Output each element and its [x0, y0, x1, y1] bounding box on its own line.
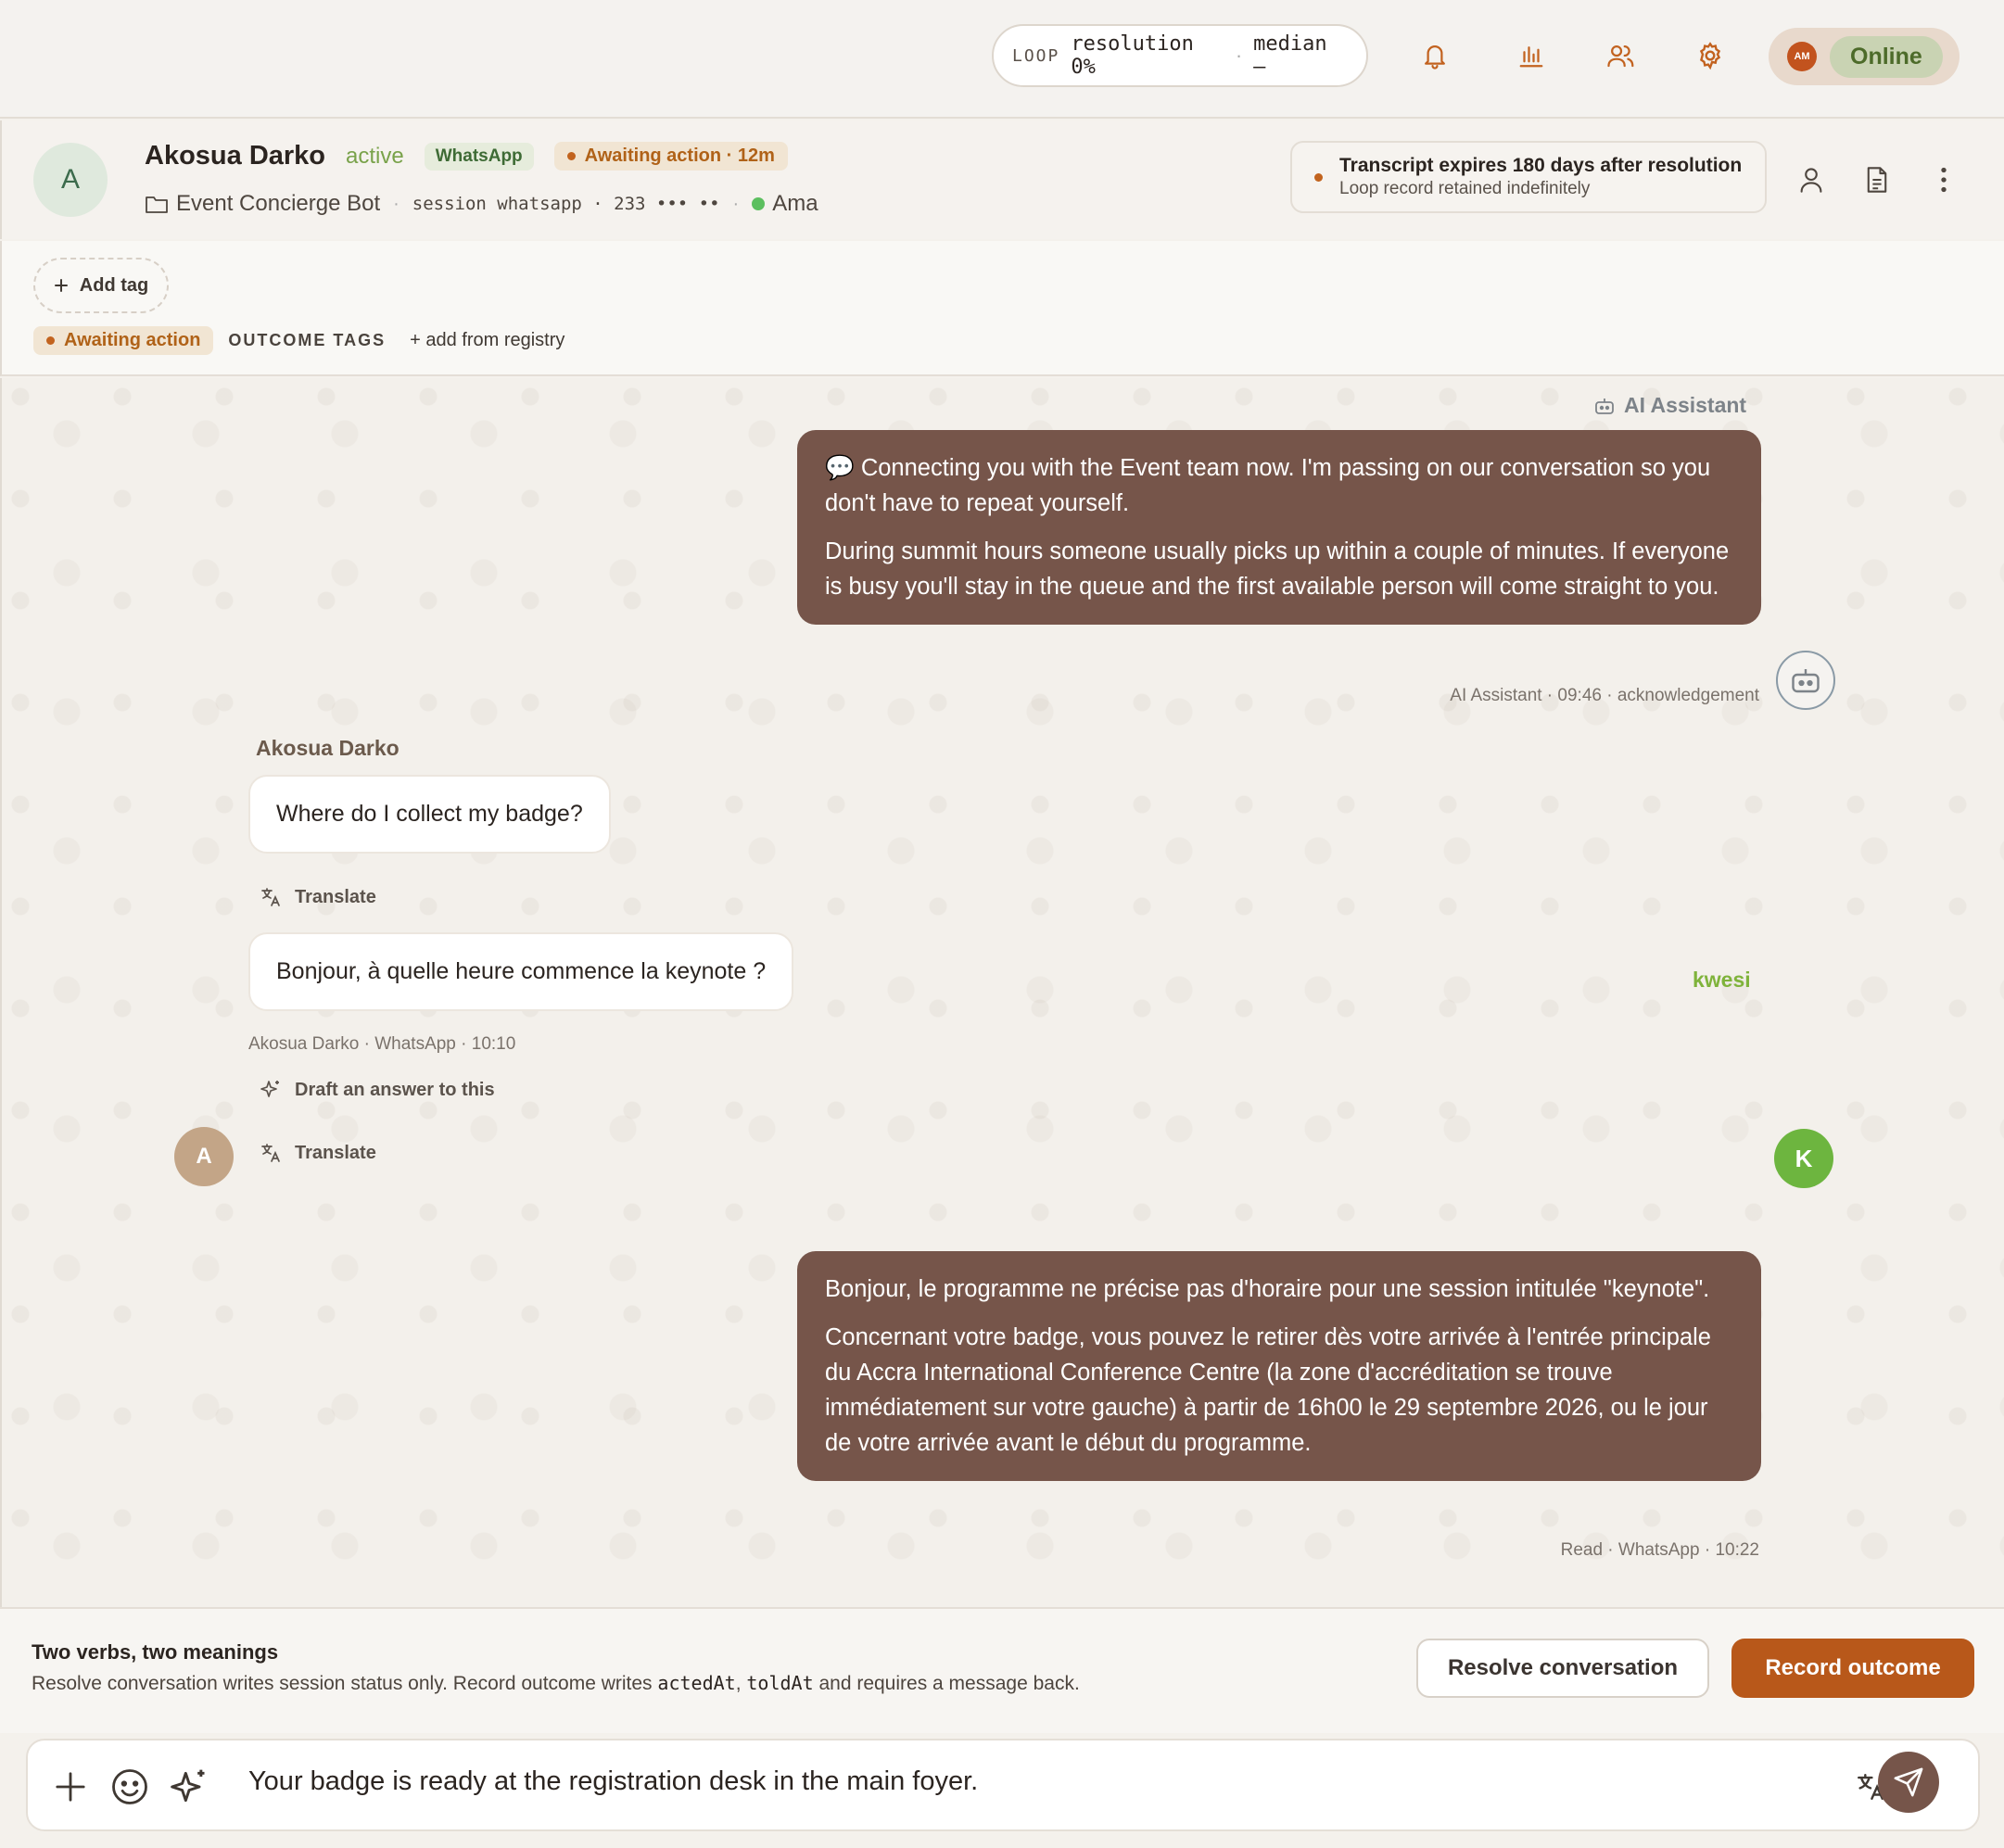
assigned-agent: Ama [752, 191, 818, 217]
translate-label: Translate [295, 886, 376, 907]
message-thread[interactable]: AI Assistant 💬 Connecting you with the E… [0, 378, 2004, 1607]
translate-label: Translate [295, 1142, 376, 1163]
translate-icon [260, 886, 282, 908]
emoji-icon[interactable] [108, 1765, 152, 1809]
session-text: session whatsapp · 233 ••• •• [412, 194, 720, 214]
resolution-bar: Two verbs, two meanings Resolve conversa… [0, 1607, 2004, 1733]
loop-separator: · [1235, 44, 1243, 67]
agent-avatar: K [1774, 1129, 1833, 1188]
retention-notice: Transcript expires 180 days after resolu… [1290, 141, 1767, 213]
user-icon[interactable] [1793, 161, 1830, 198]
translate-button[interactable]: Translate [260, 886, 376, 908]
document-icon[interactable] [1858, 161, 1896, 198]
agent-sender-name: kwesi [1693, 968, 1751, 992]
ai-message-paragraph-2: During summit hours someone usually pick… [825, 538, 1730, 600]
agent-message-paragraph-2: Concernant votre badge, vous pouvez le r… [825, 1324, 1711, 1456]
robot-icon [1790, 666, 1821, 694]
customer-sender-name: Akosua Darko [256, 736, 400, 760]
customer-message-bubble: Bonjour, à quelle heure commence la keyn… [248, 932, 794, 1011]
awaiting-tag-label: Awaiting action [64, 330, 201, 350]
add-tag-button[interactable]: Add tag [33, 258, 169, 313]
resolve-conversation-button[interactable]: Resolve conversation [1416, 1639, 1709, 1698]
users-icon[interactable] [1601, 35, 1642, 76]
status-dot [566, 152, 576, 160]
loop-resolution: resolution 0% [1071, 32, 1194, 79]
draft-label: Draft an answer to this [295, 1079, 495, 1100]
meta-separator: · [732, 193, 740, 214]
contact-avatar: A [33, 143, 108, 217]
add-tag-label: Add tag [79, 274, 149, 296]
channel-badge: WhatsApp [424, 142, 534, 171]
expiry-subtitle: Loop record retained indefinitely [1339, 179, 1591, 198]
agent-message-paragraph-1: Bonjour, le programme ne précise pas d'h… [825, 1276, 1710, 1302]
presence-toggle[interactable]: AM Online [1769, 28, 1960, 85]
draft-answer-button[interactable]: Draft an answer to this [260, 1079, 495, 1101]
sparkle-icon[interactable] [167, 1765, 211, 1809]
contact-name: Akosua Darko [145, 141, 326, 171]
expiry-title: Transcript expires 180 days after resolu… [1339, 155, 1743, 176]
field-told-at: toldAt [746, 1672, 814, 1694]
field-acted-at: actedAt [657, 1672, 736, 1694]
outcome-tags-label: OUTCOME TAGS [228, 331, 387, 349]
bar-chart-icon[interactable] [1511, 35, 1552, 76]
customer-message-meta: Akosua Darko · WhatsApp · 10:10 [248, 1034, 516, 1054]
translate-icon [260, 1142, 282, 1164]
plus-icon[interactable] [48, 1765, 93, 1809]
awaiting-label: Awaiting action · 12m [584, 146, 775, 166]
agent-name: Ama [772, 191, 818, 216]
sparkle-icon [260, 1079, 282, 1101]
meta-separator: · [393, 193, 400, 214]
agent-message-bubble: Bonjour, le programme ne précise pas d'h… [797, 1251, 1761, 1481]
tag-list: Awaiting action OUTCOME TAGS + add from … [33, 326, 564, 355]
ai-sender-label: AI Assistant [1594, 393, 1746, 418]
resolution-description: Resolve conversation writes session stat… [32, 1672, 1080, 1695]
contact-title-row: Akosua Darko active WhatsApp Awaiting ac… [145, 141, 788, 171]
desc-suffix: and requires a message back. [813, 1673, 1080, 1694]
loop-median: median — [1253, 32, 1327, 79]
agent-message-meta: Read · WhatsApp · 10:22 [1560, 1540, 1759, 1560]
send-icon [1893, 1766, 1924, 1798]
awaiting-tag[interactable]: Awaiting action [33, 326, 214, 355]
ai-message-meta: AI Assistant · 09:46 · acknowledgement [1450, 686, 1759, 705]
ai-message-paragraph-1: 💬 Connecting you with the Event team now… [825, 455, 1711, 516]
gear-icon[interactable] [1690, 35, 1731, 76]
status-dot [1314, 172, 1323, 182]
top-bar: LOOP resolution 0% · median — AM Online [0, 0, 2004, 119]
bot-name: Event Concierge Bot [176, 191, 381, 216]
tag-bar: Add tag Awaiting action OUTCOME TAGS + a… [0, 241, 2004, 376]
bot-link[interactable]: Event Concierge Bot [145, 191, 380, 217]
message-composer: Your badge is ready at the registration … [26, 1739, 1980, 1831]
message-input[interactable]: Your badge is ready at the registration … [248, 1766, 978, 1797]
customer-message-bubble: Where do I collect my badge? [248, 775, 611, 854]
loop-metrics-pill[interactable]: LOOP resolution 0% · median — [992, 24, 1368, 87]
translate-button[interactable]: Translate [260, 1142, 376, 1164]
ai-message-bubble: 💬 Connecting you with the Event team now… [797, 430, 1761, 625]
avatar: AM [1787, 42, 1817, 71]
desc-comma: , [735, 1673, 747, 1694]
folder-icon [145, 194, 169, 214]
conversation-header: A Akosua Darko active WhatsApp Awaiting … [0, 120, 2004, 239]
robot-icon [1594, 397, 1615, 415]
record-outcome-button[interactable]: Record outcome [1731, 1639, 1974, 1698]
awaiting-badge: Awaiting action · 12m [553, 142, 788, 171]
bell-icon[interactable] [1414, 35, 1455, 76]
customer-avatar: A [174, 1127, 234, 1186]
ai-sender-name: AI Assistant [1624, 393, 1747, 417]
more-vertical-icon[interactable] [1925, 161, 1962, 198]
contact-meta-row: Event Concierge Bot · session whatsapp ·… [145, 191, 818, 217]
presence-status[interactable]: Online [1830, 35, 1943, 78]
status-dot [46, 336, 55, 345]
online-dot [752, 197, 766, 210]
plus-icon [54, 278, 69, 293]
send-button[interactable] [1878, 1752, 1939, 1813]
desc-prefix: Resolve conversation writes session stat… [32, 1673, 658, 1694]
loop-tag: LOOP [1012, 45, 1060, 66]
add-from-registry-link[interactable]: + add from registry [410, 330, 564, 351]
ai-avatar [1776, 651, 1835, 710]
contact-state: active [346, 143, 404, 169]
resolution-title: Two verbs, two meanings [32, 1640, 279, 1664]
